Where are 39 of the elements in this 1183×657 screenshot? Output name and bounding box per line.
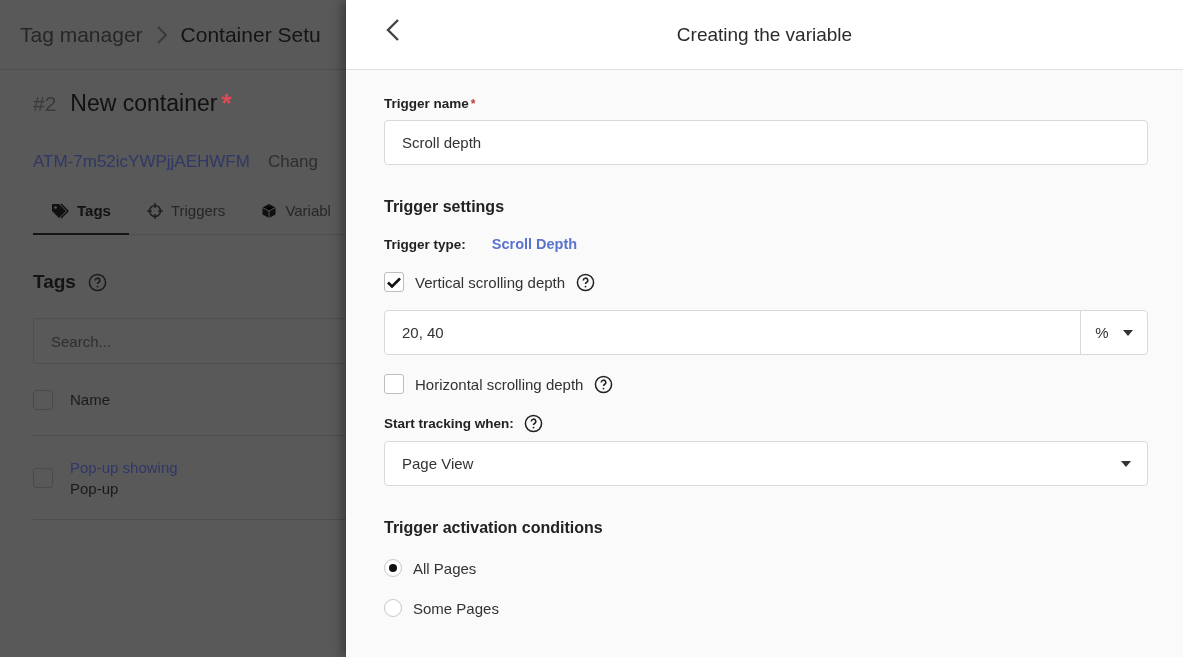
- panel-title: Creating the variable: [676, 23, 853, 46]
- section-title: Tags: [33, 271, 76, 293]
- section-heading: Trigger settings: [384, 198, 506, 216]
- radio-button[interactable]: [384, 559, 402, 577]
- checkbox-label: Vertical scrolling depth: [415, 273, 566, 291]
- checkmark-icon: [387, 276, 401, 288]
- radio-label: Some Pages: [413, 599, 499, 617]
- crosshair-icon: [146, 202, 163, 219]
- trigger-name-input[interactable]: Scroll depth: [384, 120, 1148, 165]
- checkbox[interactable]: [384, 272, 404, 292]
- trigger-type-value: Scroll Depth: [491, 236, 578, 252]
- field-label: Start tracking when:: [384, 416, 514, 431]
- breadcrumb-item: Container Setu: [180, 22, 321, 47]
- caret-icon: [1122, 329, 1133, 336]
- unit-dropdown[interactable]: %: [1080, 311, 1147, 354]
- required-mark: *: [470, 96, 476, 111]
- start-tracking-dropdown[interactable]: Page View: [384, 441, 1148, 486]
- help-icon[interactable]: [594, 374, 614, 394]
- help-icon[interactable]: [523, 414, 543, 433]
- column-header: Name: [70, 391, 110, 408]
- field-label: Trigger name: [384, 96, 469, 111]
- chevron-left-icon: [386, 18, 400, 42]
- radio-button[interactable]: [384, 599, 402, 617]
- tag-icon: [51, 202, 69, 219]
- radio-label: All Pages: [413, 559, 477, 577]
- back-button[interactable]: [386, 18, 400, 42]
- container-name: New container: [70, 90, 218, 117]
- caret-icon: [1121, 460, 1131, 467]
- section-heading: Trigger activation conditions: [384, 519, 604, 537]
- tab[interactable]: Tags: [33, 202, 129, 235]
- chevron-right-icon: [156, 25, 167, 44]
- checkbox-label: Horizontal scrolling depth: [415, 375, 584, 393]
- field-label: Trigger type:: [384, 236, 466, 252]
- cube-icon: [261, 202, 278, 219]
- required-mark: *: [221, 90, 232, 116]
- tag-type: Pop-up: [70, 479, 120, 497]
- depth-input[interactable]: 20, 40 %: [384, 310, 1148, 355]
- checkbox[interactable]: [384, 374, 404, 394]
- help-icon[interactable]: [576, 272, 596, 292]
